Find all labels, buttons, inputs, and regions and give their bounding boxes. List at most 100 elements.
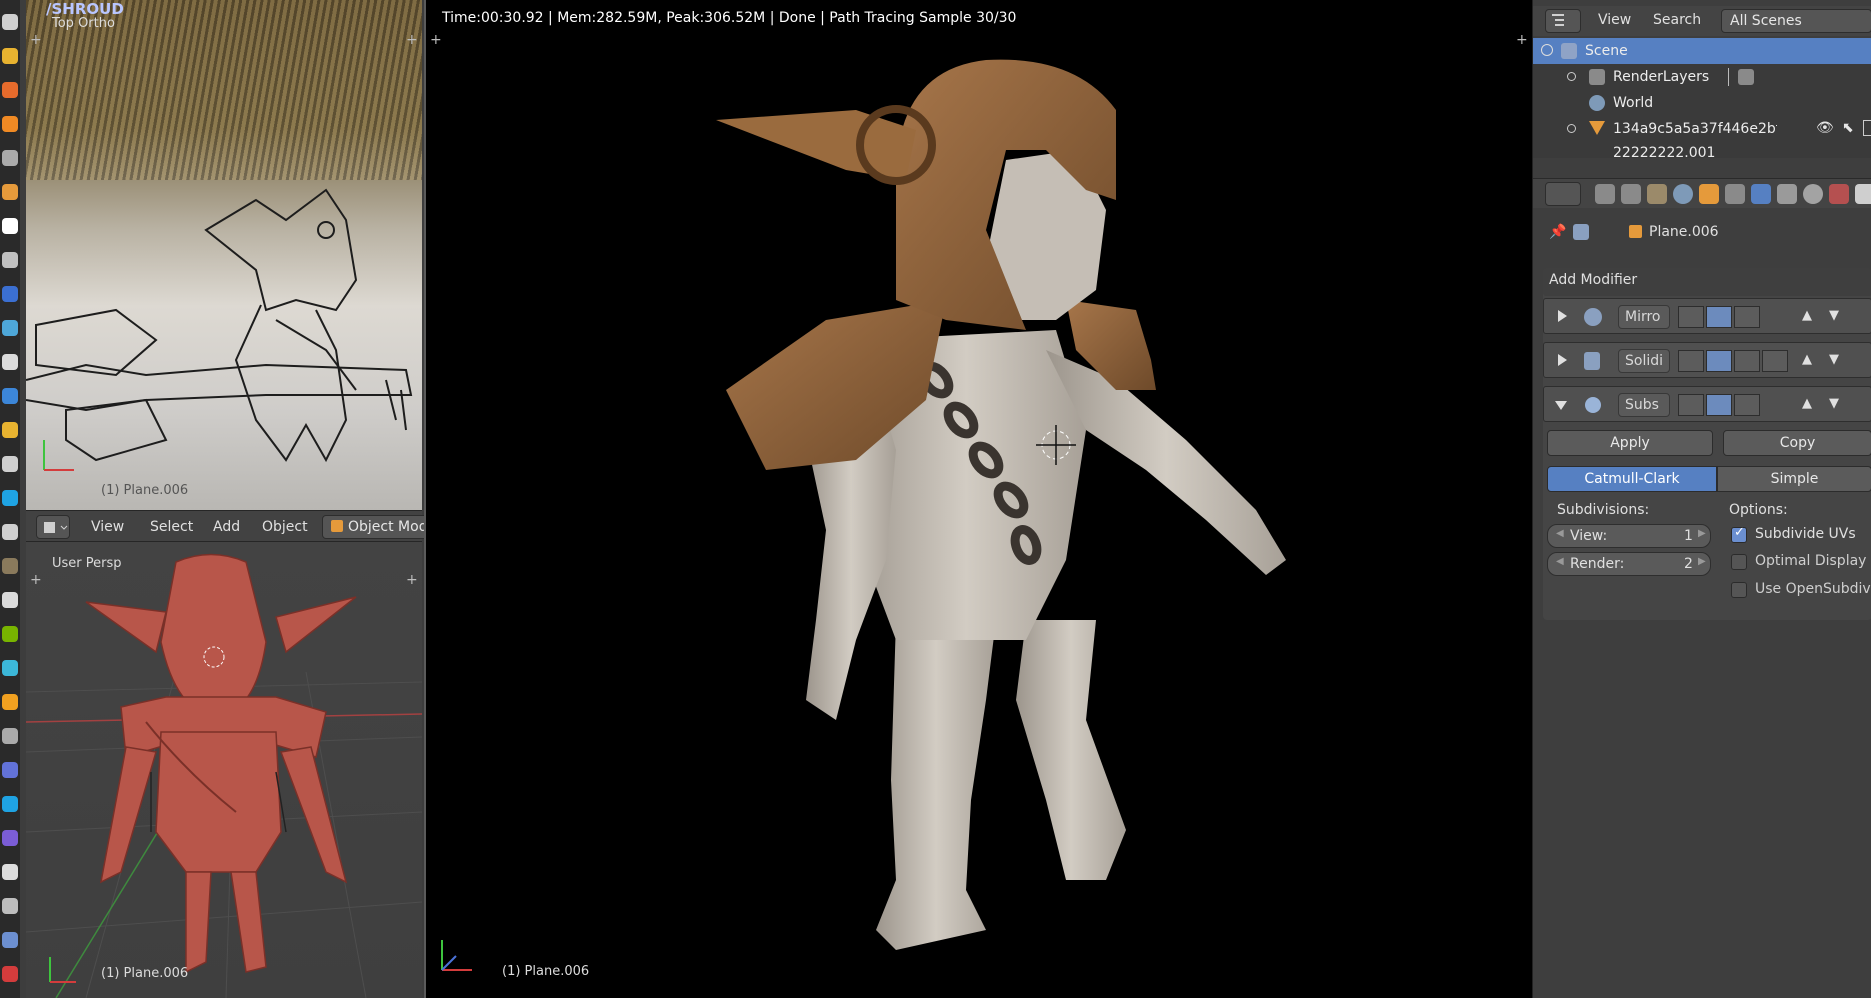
top-ortho-viewport[interactable]: /SHROUD Top Ortho + + (1) Plane.006 <box>26 0 422 510</box>
menu-view[interactable]: View <box>91 519 124 535</box>
eye-icon[interactable]: 👁 <box>1816 120 1834 136</box>
menu-add[interactable]: Add <box>213 519 240 535</box>
terminal-icon[interactable] <box>2 864 18 880</box>
optimal-display-checkbox[interactable] <box>1731 554 1747 570</box>
add-modifier-button[interactable]: Add Modifier <box>1543 268 1871 296</box>
expand-arrow-icon[interactable] <box>1558 354 1567 366</box>
world-tab-icon[interactable] <box>1673 184 1693 204</box>
move-up-icon[interactable]: ▲ <box>1802 352 1812 367</box>
blender-icon[interactable] <box>2 184 18 200</box>
sync-icon[interactable] <box>2 694 18 710</box>
mode-selector[interactable]: Object Mod <box>322 515 432 539</box>
texture-tab-icon[interactable] <box>1829 184 1849 204</box>
nvidia-icon[interactable] <box>2 626 18 642</box>
disk-icon[interactable] <box>2 898 18 914</box>
outliner-row-world[interactable]: World <box>1533 90 1871 116</box>
skype-icon[interactable] <box>2 490 18 506</box>
expand-arrow-icon[interactable] <box>1558 310 1567 322</box>
steam-icon[interactable] <box>2 286 18 302</box>
editor-type-button[interactable] <box>36 515 70 539</box>
expand-icon[interactable] <box>1567 72 1576 81</box>
apply-button[interactable]: Apply <box>1547 430 1713 456</box>
editmode-toggle-icon[interactable] <box>1734 350 1760 372</box>
outliner-row-scene[interactable]: Scene <box>1533 38 1871 64</box>
discord-icon[interactable] <box>2 762 18 778</box>
constraints-tab-icon[interactable] <box>1725 184 1745 204</box>
menu-select[interactable]: Select <box>150 519 193 535</box>
menu-object[interactable]: Object <box>262 519 308 535</box>
copy-button[interactable]: Copy <box>1723 430 1871 456</box>
render-tab-icon[interactable] <box>1595 184 1615 204</box>
render-icon[interactable] <box>1863 120 1871 136</box>
game-icon[interactable] <box>2 252 18 268</box>
krita-icon[interactable] <box>2 660 18 676</box>
split-plus-icon[interactable]: + <box>30 32 42 48</box>
data-tab-icon[interactable] <box>1777 184 1797 204</box>
viewport-toggle-icon[interactable] <box>1706 350 1732 372</box>
modifier-name-field[interactable]: Subs <box>1618 393 1670 417</box>
text-icon[interactable] <box>2 456 18 472</box>
simple-option[interactable]: Simple <box>1717 466 1871 492</box>
move-down-icon[interactable]: ▼ <box>1829 308 1839 323</box>
render-layer-icon[interactable] <box>1738 69 1754 85</box>
expand-icon[interactable] <box>1567 124 1576 133</box>
obs-icon[interactable] <box>2 524 18 540</box>
calc-icon[interactable] <box>2 14 18 30</box>
decrement-icon[interactable]: ◀ <box>1556 556 1564 567</box>
gimp-icon[interactable] <box>2 558 18 574</box>
cursor-icon[interactable]: ⬉ <box>1842 120 1854 136</box>
editmode-toggle-icon[interactable] <box>1734 394 1760 416</box>
info-icon[interactable] <box>2 966 18 982</box>
increment-icon[interactable]: ▶ <box>1698 556 1706 567</box>
cage-toggle-icon[interactable] <box>1762 394 1788 416</box>
tool-icon[interactable] <box>2 354 18 370</box>
keyboard-icon[interactable] <box>2 592 18 608</box>
decrement-icon[interactable]: ◀ <box>1556 528 1564 539</box>
use-opensubdiv-checkbox[interactable] <box>1731 582 1747 598</box>
vlc-icon[interactable] <box>2 116 18 132</box>
outliner-row-renderlayers[interactable]: RenderLayers <box>1533 64 1871 90</box>
subdivide-uvs-checkbox[interactable]: ✓ <box>1731 525 1747 543</box>
render-layers-tab-icon[interactable] <box>1621 184 1641 204</box>
render-levels-field[interactable]: ◀ Render: 2 ▶ <box>1547 552 1711 576</box>
viewport-toggle-icon[interactable] <box>1706 306 1732 328</box>
properties-editor-button[interactable] <box>1545 182 1581 206</box>
increment-icon[interactable]: ▶ <box>1698 528 1706 539</box>
outliner-menu-search[interactable]: Search <box>1653 12 1701 28</box>
collapse-arrow-icon[interactable] <box>1555 401 1567 410</box>
move-up-icon[interactable]: ▲ <box>1802 308 1812 323</box>
collapse-icon[interactable] <box>1541 44 1553 56</box>
split-plus-icon[interactable]: + <box>406 32 418 48</box>
material-tab-icon[interactable] <box>1803 184 1823 204</box>
chrome-beta-icon[interactable] <box>2 422 18 438</box>
render-viewport[interactable]: Time:00:30.92 | Mem:282.59M, Peak:306.52… <box>424 0 1532 998</box>
viber-icon[interactable] <box>2 830 18 846</box>
outliner-row-mesh-2[interactable]: 22222222.001 <box>1533 142 1871 158</box>
object-tab-icon[interactable] <box>1699 184 1719 204</box>
move-down-icon[interactable]: ▼ <box>1829 352 1839 367</box>
question-icon[interactable] <box>2 728 18 744</box>
scene-filter-select[interactable]: All Scenes <box>1721 9 1871 33</box>
render-toggle-icon[interactable] <box>1678 350 1704 372</box>
outliner-row-mesh[interactable]: 134a9c5a5a37f446e2bf86f768 👁 ⬉ <box>1533 116 1871 142</box>
move-down-icon[interactable]: ▼ <box>1829 396 1839 411</box>
catmull-clark-option[interactable]: Catmull-Clark <box>1547 466 1717 492</box>
modifiers-tab-icon[interactable] <box>1751 184 1771 204</box>
outliner-editor-button[interactable] <box>1545 9 1581 33</box>
modifier-name-field[interactable]: Solidi <box>1618 349 1670 373</box>
outliner-list[interactable]: Scene RenderLayers World 134a9c5a5a37f44… <box>1533 38 1871 158</box>
kdenlive-icon[interactable] <box>2 320 18 336</box>
cage-toggle-icon[interactable] <box>1762 306 1788 328</box>
scene-tab-icon[interactable] <box>1647 184 1667 204</box>
editmode-toggle-icon[interactable] <box>1734 306 1760 328</box>
cage-toggle-icon[interactable] <box>1762 350 1788 372</box>
circle-icon[interactable] <box>2 932 18 948</box>
modifier-name-field[interactable]: Mirro <box>1618 305 1670 329</box>
skype-s-icon[interactable] <box>2 796 18 812</box>
unity-icon[interactable] <box>2 218 18 234</box>
network-icon[interactable] <box>2 388 18 404</box>
chrome-icon[interactable] <box>2 48 18 64</box>
user-persp-viewport[interactable]: User Persp + + (1) Plane.006 <box>26 542 422 998</box>
outliner-menu-view[interactable]: View <box>1598 12 1631 28</box>
pin-icon[interactable]: 📌 <box>1549 224 1566 240</box>
